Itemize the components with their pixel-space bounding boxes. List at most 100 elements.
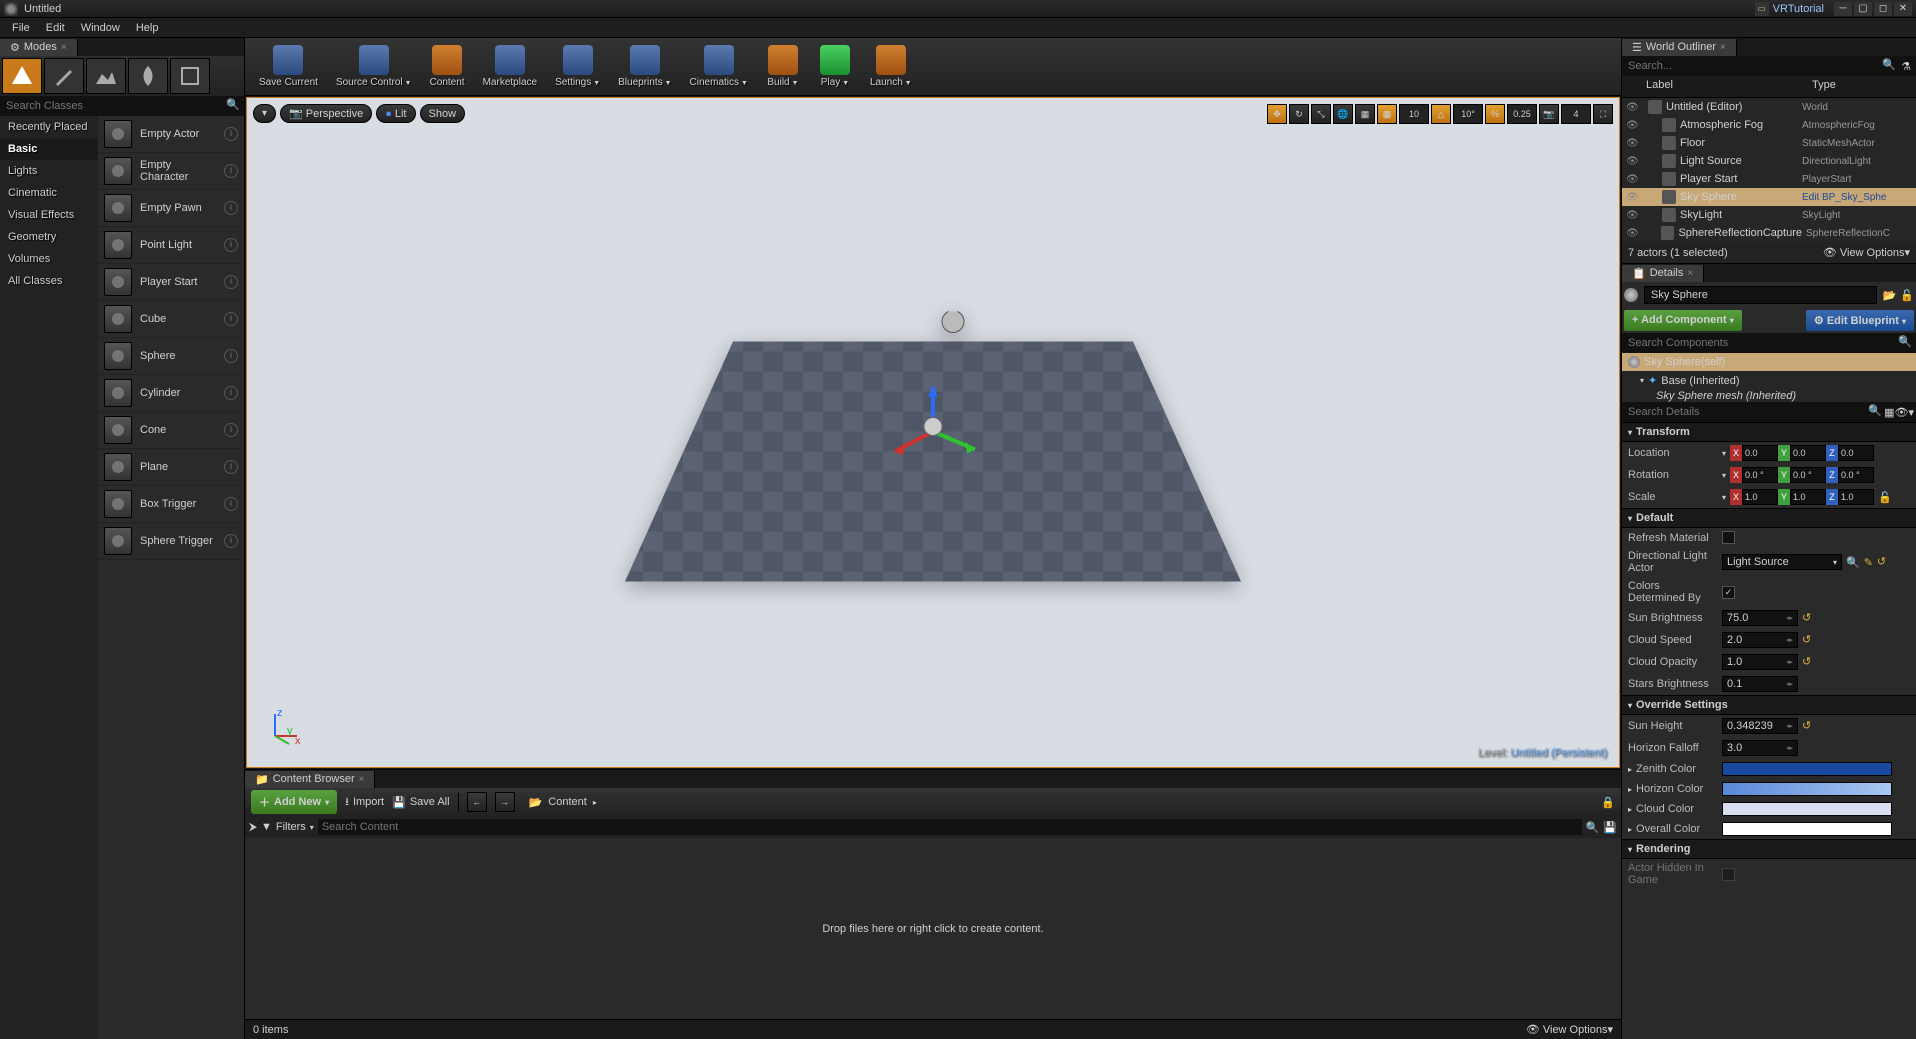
info-icon[interactable]: i [224, 275, 238, 289]
place-item[interactable]: Planei [98, 449, 244, 486]
place-item[interactable]: Point Lighti [98, 227, 244, 264]
menu-window[interactable]: Window [73, 20, 128, 36]
search-icon[interactable]: 🔍 [226, 98, 242, 114]
outliner-row[interactable]: 👁FloorStaticMeshActor [1622, 134, 1916, 152]
visibility-icon[interactable]: 👁 [1626, 228, 1639, 239]
lock-scale-icon[interactable]: 🔓 [1878, 491, 1892, 504]
view-options-button[interactable]: 👁 View Options▾ [1823, 246, 1910, 259]
place-item[interactable]: Spherei [98, 338, 244, 375]
lit-button[interactable]: ●Lit [376, 104, 415, 123]
outliner-tab[interactable]: ☰World Outliner× [1622, 39, 1737, 56]
sun-brightness-input[interactable]: 75.0◂▸ [1722, 610, 1798, 626]
info-icon[interactable]: i [224, 238, 238, 252]
scale-snap-icon[interactable]: % [1485, 104, 1505, 124]
edit-blueprint-button[interactable]: ⚙ Edit Blueprint ▾ [1806, 310, 1914, 331]
overall-color-swatch[interactable] [1722, 822, 1892, 836]
place-item[interactable]: Player Starti [98, 264, 244, 301]
rotation-x[interactable]: 0.0 ° [1742, 467, 1778, 483]
info-icon[interactable]: i [224, 497, 238, 511]
reset-icon[interactable]: ↺ [1877, 555, 1891, 569]
place-category[interactable]: Volumes [0, 248, 98, 270]
info-icon[interactable]: i [224, 312, 238, 326]
search-icon[interactable]: 🔍 [1586, 821, 1600, 834]
place-category[interactable]: Cinematic [0, 182, 98, 204]
info-icon[interactable]: i [224, 201, 238, 215]
zenith-color-swatch[interactable] [1722, 762, 1892, 776]
info-icon[interactable]: i [224, 386, 238, 400]
menu-edit[interactable]: Edit [38, 20, 73, 36]
world-local-icon[interactable]: 🌐 [1333, 104, 1353, 124]
info-icon[interactable]: i [224, 534, 238, 548]
horizon-falloff-input[interactable]: 3.0◂▸ [1722, 740, 1798, 756]
toolbar-cinematics[interactable]: Cinematics▼ [682, 40, 756, 94]
visibility-icon[interactable]: 👁 [1626, 156, 1640, 167]
info-icon[interactable]: i [224, 460, 238, 474]
toolbar-launch[interactable]: Launch▼ [862, 40, 920, 94]
toolbar-save-current[interactable]: Save Current [251, 40, 326, 94]
place-item[interactable]: Cubei [98, 301, 244, 338]
place-item[interactable]: Box Triggeri [98, 486, 244, 523]
visibility-icon[interactable]: 👁 [1626, 174, 1640, 185]
save-search-icon[interactable]: 💾 [1603, 821, 1617, 834]
cloud-color-swatch[interactable] [1722, 802, 1892, 816]
place-item[interactable]: Empty Actori [98, 116, 244, 153]
outliner-row[interactable]: 👁Light SourceDirectionalLight [1622, 152, 1916, 170]
sun-height-input[interactable]: 0.348239◂▸ [1722, 718, 1798, 734]
filters-button[interactable]: ▼Filters▾ [261, 821, 314, 833]
refresh-material-checkbox[interactable] [1722, 531, 1735, 544]
close-icon[interactable]: × [1687, 268, 1693, 279]
scale-x[interactable]: 1.0 [1742, 489, 1778, 505]
info-icon[interactable]: i [224, 164, 238, 178]
details-tab[interactable]: 📋Details× [1622, 265, 1704, 282]
history-fwd-button[interactable]: → [495, 792, 515, 812]
show-button[interactable]: Show [420, 104, 466, 123]
viewport-menu-button[interactable]: ▾ [253, 104, 276, 123]
outliner-row[interactable]: 👁Player StartPlayerStart [1622, 170, 1916, 188]
content-search-input[interactable] [318, 819, 1582, 835]
section-transform[interactable]: ▾Transform [1622, 422, 1916, 442]
place-mode-icon[interactable] [2, 58, 42, 94]
visibility-icon[interactable]: 👁 [1626, 102, 1640, 113]
rotation-y[interactable]: 0.0 ° [1790, 467, 1826, 483]
grid-snap-value[interactable]: 10 [1399, 104, 1429, 124]
close-icon[interactable]: × [1720, 42, 1726, 53]
transform-rotate-icon[interactable]: ↻ [1289, 104, 1309, 124]
outliner-row[interactable]: 👁Untitled (Editor)World [1622, 98, 1916, 116]
add-component-button[interactable]: + Add Component ▾ [1624, 310, 1742, 331]
surface-snap-icon[interactable]: ▦ [1355, 104, 1375, 124]
location-y[interactable]: 0.0 [1790, 445, 1826, 461]
component-mesh[interactable]: Sky Sphere mesh (Inherited) [1622, 390, 1916, 402]
place-category[interactable]: All Classes [0, 270, 98, 292]
content-drop-area[interactable]: Drop files here or right click to create… [245, 838, 1621, 1019]
actor-hidden-checkbox[interactable] [1722, 868, 1735, 881]
landscape-mode-icon[interactable] [86, 58, 126, 94]
place-category[interactable]: Lights [0, 160, 98, 182]
grid-snap-icon[interactable]: ▦ [1377, 104, 1397, 124]
location-x[interactable]: 0.0 [1742, 445, 1778, 461]
close-icon[interactable]: × [61, 42, 67, 53]
reset-icon[interactable]: ↺ [1802, 633, 1816, 647]
place-item[interactable]: Conei [98, 412, 244, 449]
horizon-color-swatch[interactable] [1722, 782, 1892, 796]
component-self[interactable]: Sky Sphere(self) [1622, 353, 1916, 371]
section-rendering[interactable]: ▾Rendering [1622, 839, 1916, 859]
browse-icon[interactable]: 📂 [1883, 289, 1897, 302]
pick-icon[interactable]: ✎ [1864, 556, 1873, 569]
import-button[interactable]: ⭳Import [345, 793, 384, 812]
place-item[interactable]: Sphere Triggeri [98, 523, 244, 560]
actor-name-field[interactable]: Sky Sphere [1644, 286, 1877, 304]
view-options-button[interactable]: 👁 View Options▾ [1526, 1023, 1613, 1036]
rotation-z[interactable]: 0.0 ° [1838, 467, 1874, 483]
place-category[interactable]: Recently Placed [0, 116, 98, 138]
cloud-opacity-input[interactable]: 1.0◂▸ [1722, 654, 1798, 670]
toolbar-content[interactable]: Content [422, 40, 473, 94]
transform-scale-icon[interactable]: ⤡ [1311, 104, 1331, 124]
location-z[interactable]: 0.0 [1838, 445, 1874, 461]
foliage-mode-icon[interactable] [128, 58, 168, 94]
reset-icon[interactable]: ↺ [1802, 611, 1816, 625]
close-button[interactable]: ✕ [1894, 2, 1912, 16]
camera-speed-icon[interactable]: 📷 [1539, 104, 1559, 124]
search-icon[interactable]: 🔍 [1868, 404, 1884, 420]
angle-snap-icon[interactable]: △ [1431, 104, 1451, 124]
save-all-button[interactable]: 💾Save All [392, 796, 449, 809]
